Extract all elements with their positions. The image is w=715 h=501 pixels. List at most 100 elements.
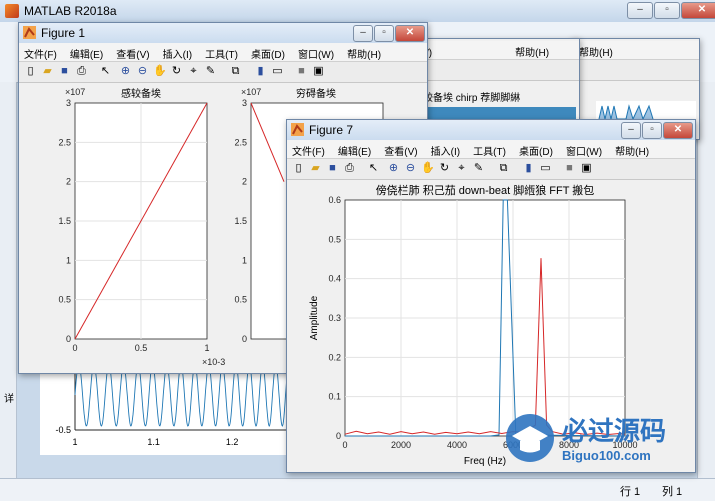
pan-icon[interactable]: ✋ — [153, 65, 167, 78]
menu-tools[interactable]: 工具(T) — [468, 140, 511, 158]
menu-help[interactable]: 帮助(H) — [610, 140, 654, 158]
colorbar-icon[interactable]: ▮ — [254, 65, 267, 78]
y-tick-label: 1.5 — [58, 216, 71, 226]
brush-icon[interactable]: ✎ — [204, 65, 217, 78]
zoom-out-icon[interactable]: ⊖ — [136, 65, 149, 78]
maximize-button[interactable]: ▫ — [374, 25, 394, 42]
menu-window[interactable]: 窗口(W) — [293, 43, 339, 61]
menubar: 帮助(H) — [571, 41, 699, 59]
toolbar — [571, 59, 699, 81]
close-button[interactable]: ✕ — [663, 122, 693, 139]
hide-tools-icon[interactable]: ■ — [563, 162, 576, 175]
open-icon[interactable]: ▰ — [41, 65, 54, 78]
new-figure-icon[interactable]: ▯ — [292, 162, 305, 175]
minimize-button[interactable]: – — [627, 2, 653, 19]
link-plot-icon[interactable]: ⧉ — [229, 65, 242, 78]
colorbar-icon[interactable]: ▮ — [522, 162, 535, 175]
menu-edit[interactable]: 编辑(E) — [65, 43, 108, 61]
status-row: 行 1 — [620, 486, 641, 498]
y-tick-label: 0 — [66, 334, 71, 344]
print-icon[interactable]: ⎙ — [343, 162, 356, 175]
matlab-titlebar: MATLAB R2018a – ▫ ✕ — [0, 0, 715, 23]
y-tick-label: 0.3 — [328, 313, 341, 323]
y-exponent-label: ×107 — [241, 87, 261, 97]
menu-help[interactable]: 帮助(H) — [342, 43, 386, 61]
y-tick-label: 0 — [242, 334, 247, 344]
figure-7-toolbar: ▯ ▰ ■ ⎙ ↖ ⊕ ⊖ ✋ ↻ ⌖ ✎ ⧉ ▮ ▭ ■ ▣ — [287, 158, 695, 180]
zoom-out-icon[interactable]: ⊖ — [404, 162, 417, 175]
y-tick-label: 2.5 — [234, 137, 247, 147]
figure-1-toolbar: ▯ ▰ ■ ⎙ ↖ ⊕ ⊖ ✋ ↻ ⌖ ✎ ⧉ ▮ ▭ ■ ▣ — [19, 61, 427, 83]
figure-7-menubar: 文件(F) 编辑(E) 查看(V) 插入(I) 工具(T) 桌面(D) 窗口(W… — [287, 140, 695, 158]
right-plot-title: 穷碍备埃 — [296, 87, 336, 100]
minimize-button[interactable]: – — [353, 25, 373, 42]
print-icon[interactable]: ⎙ — [75, 65, 88, 78]
rotate-icon[interactable]: ↻ — [438, 162, 451, 175]
zoom-in-icon[interactable]: ⊕ — [387, 162, 400, 175]
figure-1-window-controls: – ▫ ✕ — [352, 25, 425, 42]
menu-tools[interactable]: 工具(T) — [200, 43, 243, 61]
y-tick-label: 2 — [66, 177, 71, 187]
toolbar — [411, 59, 579, 81]
data-cursor-icon[interactable]: ⌖ — [455, 162, 468, 175]
edit-plot-icon[interactable]: ↖ — [99, 65, 112, 78]
save-icon[interactable]: ■ — [326, 162, 339, 175]
legend-icon[interactable]: ▭ — [539, 162, 552, 175]
y-tick-label: 3 — [242, 98, 247, 108]
y-tick-label: 0.2 — [328, 352, 341, 362]
maximize-button[interactable]: ▫ — [642, 122, 662, 139]
y-tick-label: 2 — [242, 177, 247, 187]
maximize-button[interactable]: ▫ — [654, 2, 680, 19]
menu-file[interactable]: 文件(F) — [287, 140, 330, 158]
figure-1-titlebar: Figure 1 – ▫ ✕ — [19, 23, 427, 43]
fft-plot-title: 傍侥栏肺 积己茄 down-beat 脚緪狼 FFT 搬包 — [376, 183, 595, 197]
menu-file[interactable]: 文件(F) — [19, 43, 62, 61]
data-cursor-icon[interactable]: ⌖ — [187, 65, 200, 78]
save-icon[interactable]: ■ — [58, 65, 71, 78]
link-plot-icon[interactable]: ⧉ — [497, 162, 510, 175]
matlab-window-controls: – ▫ ✕ — [626, 2, 715, 19]
y-tick-label: 1 — [242, 255, 247, 265]
y-axis-label: Amplitude — [309, 295, 320, 340]
zoom-in-icon[interactable]: ⊕ — [119, 65, 132, 78]
x-exponent-label: ×10-3 — [202, 357, 225, 367]
graduation-cap-base — [520, 441, 540, 453]
x-tick-label: 1 — [204, 343, 209, 353]
menu-view[interactable]: 查看(V) — [379, 140, 422, 158]
minimize-button[interactable]: – — [621, 122, 641, 139]
menu-help[interactable]: 帮助(H) — [510, 41, 554, 59]
y-tick-label: 0.5 — [58, 295, 71, 305]
y-tick-label: 0 — [336, 431, 341, 441]
legend-icon[interactable]: ▭ — [271, 65, 284, 78]
x-tick-label: 0 — [72, 343, 77, 353]
right-panel-strip — [697, 82, 715, 478]
menu-insert[interactable]: 插入(I) — [158, 43, 197, 61]
figure-7-window-controls: – ▫ ✕ — [620, 122, 693, 139]
close-button[interactable]: ✕ — [395, 25, 425, 42]
menu-desktop[interactable]: 桌面(D) — [246, 43, 290, 61]
left-panel-label: 详 — [4, 394, 14, 405]
y-tick-label: 0.4 — [328, 274, 341, 284]
brush-icon[interactable]: ✎ — [472, 162, 485, 175]
pan-icon[interactable]: ✋ — [421, 162, 435, 175]
new-figure-icon[interactable]: ▯ — [24, 65, 37, 78]
menu-window[interactable]: 窗口(W) — [561, 140, 607, 158]
status-col: 列 1 — [662, 486, 683, 498]
menu-desktop[interactable]: 桌面(D) — [514, 140, 558, 158]
menu-insert[interactable]: 插入(I) — [426, 140, 465, 158]
x-tick-label: 0 — [342, 440, 347, 450]
open-icon[interactable]: ▰ — [309, 162, 322, 175]
rotate-icon[interactable]: ↻ — [170, 65, 183, 78]
y-tick-label: -0.5 — [55, 425, 71, 435]
x-tick-label: 0.5 — [135, 343, 148, 353]
menu-edit[interactable]: 编辑(E) — [333, 140, 376, 158]
figure-1-title: Figure 1 — [41, 26, 86, 40]
show-tools-icon[interactable]: ▣ — [580, 162, 593, 175]
figure-7-titlebar: Figure 7 – ▫ ✕ — [287, 120, 695, 140]
show-tools-icon[interactable]: ▣ — [312, 65, 325, 78]
close-button[interactable]: ✕ — [681, 2, 715, 19]
hide-tools-icon[interactable]: ■ — [295, 65, 308, 78]
menu-view[interactable]: 查看(V) — [111, 43, 154, 61]
x-tick-label: 2000 — [391, 440, 411, 450]
edit-plot-icon[interactable]: ↖ — [367, 162, 380, 175]
